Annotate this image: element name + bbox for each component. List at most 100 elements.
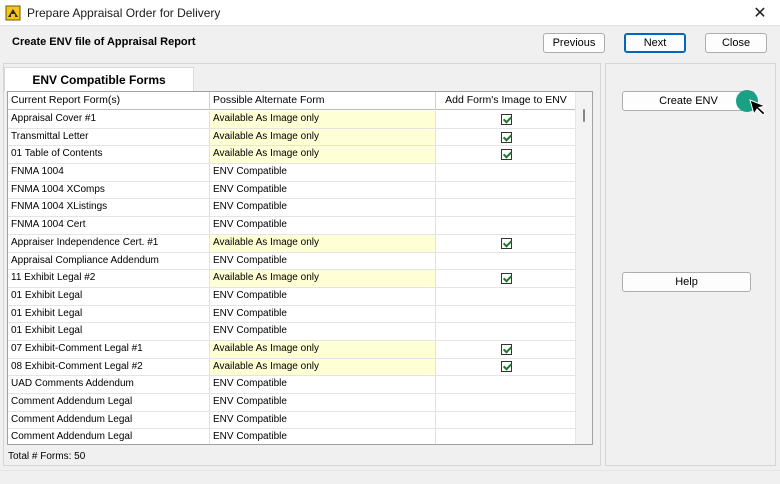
cell-current-form: 01 Exhibit Legal	[8, 305, 210, 323]
grid-header: Current Report Form(s) Possible Alternat…	[8, 92, 577, 110]
vertical-scrollbar[interactable]	[575, 92, 592, 444]
cell-alternate-form: Available As Image only	[210, 111, 436, 128]
cell-current-form: FNMA 1004 XListings	[8, 199, 210, 217]
cell-alternate-form: Available As Image only	[210, 234, 436, 252]
table-row[interactable]: Appraiser Independence Cert. #1 Available…	[8, 234, 577, 253]
table-row[interactable]: FNMA 1004 XListings ENV Compatible	[8, 199, 577, 218]
cell-alternate-form: Available As Image only	[210, 358, 436, 376]
cell-current-form: Comment Addendum Legal	[8, 394, 210, 411]
column-header-add-image[interactable]: Add Form's Image to ENV	[436, 92, 577, 110]
cell-add-image	[436, 111, 577, 128]
cell-add-image	[436, 323, 577, 340]
add-image-checkbox[interactable]	[500, 343, 512, 355]
scrollbar-thumb[interactable]	[583, 109, 585, 122]
help-button[interactable]: Help	[622, 272, 751, 292]
cell-current-form: Comment Addendum Legal	[8, 429, 210, 444]
cell-add-image	[436, 252, 577, 270]
cell-add-image	[436, 340, 577, 358]
add-image-checkbox[interactable]	[500, 361, 512, 373]
add-image-checkbox[interactable]	[500, 131, 512, 143]
cell-alternate-form: ENV Compatible	[210, 323, 436, 340]
cell-alternate-form: ENV Compatible	[210, 164, 436, 181]
table-row[interactable]: Appraisal Cover #1 Available As Image onl…	[8, 111, 577, 129]
table-row[interactable]: 08 Exhibit-Comment Legal #2 Available As …	[8, 358, 577, 377]
table-row[interactable]: Comment Addendum Legal ENV Compatible	[8, 411, 577, 430]
cell-alternate-form: ENV Compatible	[210, 394, 436, 411]
actions-panel	[605, 63, 776, 466]
cell-current-form: 01 Table of Contents	[8, 146, 210, 164]
grid-rows: Appraisal Cover #1 Available As Image onl…	[8, 111, 577, 444]
table-row[interactable]: Comment Addendum Legal ENV Compatible	[8, 394, 577, 412]
cell-alternate-form: Available As Image only	[210, 146, 436, 164]
cell-current-form: 07 Exhibit-Comment Legal #1	[8, 340, 210, 358]
cell-add-image	[436, 164, 577, 181]
cell-alternate-form: ENV Compatible	[210, 217, 436, 234]
cell-current-form: FNMA 1004	[8, 164, 210, 181]
previous-button[interactable]: Previous	[543, 33, 605, 53]
table-row[interactable]: Comment Addendum Legal ENV Compatible	[8, 429, 577, 444]
table-row[interactable]: FNMA 1004 XComps ENV Compatible	[8, 181, 577, 200]
tab-env-compatible-forms[interactable]: ENV Compatible Forms	[4, 67, 194, 91]
cell-add-image	[436, 287, 577, 305]
table-row[interactable]: 11 Exhibit Legal #2 Available As Image on…	[8, 270, 577, 288]
add-image-checkbox[interactable]	[500, 273, 512, 285]
cell-add-image	[436, 199, 577, 217]
page-subtitle: Create ENV file of Appraisal Report	[12, 36, 196, 48]
column-header-alternate-form[interactable]: Possible Alternate Form	[210, 92, 436, 110]
cell-add-image	[436, 376, 577, 393]
cell-alternate-form: ENV Compatible	[210, 429, 436, 444]
next-button[interactable]: Next	[624, 33, 686, 53]
table-row[interactable]: 01 Exhibit Legal ENV Compatible	[8, 323, 577, 341]
cell-current-form: 01 Exhibit Legal	[8, 323, 210, 340]
cell-add-image	[436, 181, 577, 199]
cell-add-image	[436, 270, 577, 287]
table-row[interactable]: FNMA 1004 Cert ENV Compatible	[8, 217, 577, 235]
table-row[interactable]: 01 Exhibit Legal ENV Compatible	[8, 287, 577, 306]
cell-add-image	[436, 394, 577, 411]
add-image-checkbox[interactable]	[500, 113, 512, 125]
cell-current-form: Comment Addendum Legal	[8, 411, 210, 429]
status-bar	[0, 470, 780, 484]
cell-current-form: 08 Exhibit-Comment Legal #2	[8, 358, 210, 376]
cell-alternate-form: ENV Compatible	[210, 252, 436, 270]
table-row[interactable]: Transmittal Letter Available As Image onl…	[8, 128, 577, 147]
cell-current-form: UAD Comments Addendum	[8, 376, 210, 393]
total-forms-label: Total # Forms: 50	[8, 451, 86, 462]
column-header-current-form[interactable]: Current Report Form(s)	[8, 92, 210, 110]
cell-add-image	[436, 128, 577, 146]
cell-current-form: Appraisal Compliance Addendum	[8, 252, 210, 270]
add-image-checkbox[interactable]	[500, 149, 512, 161]
table-row[interactable]: 07 Exhibit-Comment Legal #1 Available As …	[8, 340, 577, 359]
cell-alternate-form: ENV Compatible	[210, 376, 436, 393]
cell-current-form: Appraiser Independence Cert. #1	[8, 234, 210, 252]
cell-add-image	[436, 411, 577, 429]
app-icon	[5, 5, 21, 21]
add-image-checkbox[interactable]	[500, 237, 512, 249]
cell-add-image	[436, 146, 577, 164]
cell-current-form: FNMA 1004 Cert	[8, 217, 210, 234]
close-button[interactable]: Close	[705, 33, 767, 53]
cell-alternate-form: ENV Compatible	[210, 411, 436, 429]
title-bar: Prepare Appraisal Order for Delivery ✕	[0, 0, 780, 26]
cell-add-image	[436, 217, 577, 234]
table-row[interactable]: 01 Exhibit Legal ENV Compatible	[8, 305, 577, 324]
cell-alternate-form: ENV Compatible	[210, 199, 436, 217]
cell-alternate-form: Available As Image only	[210, 340, 436, 358]
cell-add-image	[436, 358, 577, 376]
table-row[interactable]: 01 Table of Contents Available As Image o…	[8, 146, 577, 165]
forms-grid: Current Report Form(s) Possible Alternat…	[7, 91, 593, 445]
cell-current-form: Appraisal Cover #1	[8, 111, 210, 128]
cell-add-image	[436, 234, 577, 252]
table-row[interactable]: FNMA 1004 ENV Compatible	[8, 164, 577, 182]
cell-current-form: Transmittal Letter	[8, 128, 210, 146]
cell-current-form: FNMA 1004 XComps	[8, 181, 210, 199]
cell-add-image	[436, 429, 577, 444]
cell-alternate-form: Available As Image only	[210, 128, 436, 146]
cell-alternate-form: ENV Compatible	[210, 181, 436, 199]
close-icon[interactable]: ✕	[740, 0, 780, 26]
cell-alternate-form: ENV Compatible	[210, 287, 436, 305]
table-row[interactable]: UAD Comments Addendum ENV Compatible	[8, 376, 577, 394]
table-row[interactable]: Appraisal Compliance Addendum ENV Compati…	[8, 252, 577, 271]
cell-alternate-form: Available As Image only	[210, 270, 436, 287]
cell-alternate-form: ENV Compatible	[210, 305, 436, 323]
